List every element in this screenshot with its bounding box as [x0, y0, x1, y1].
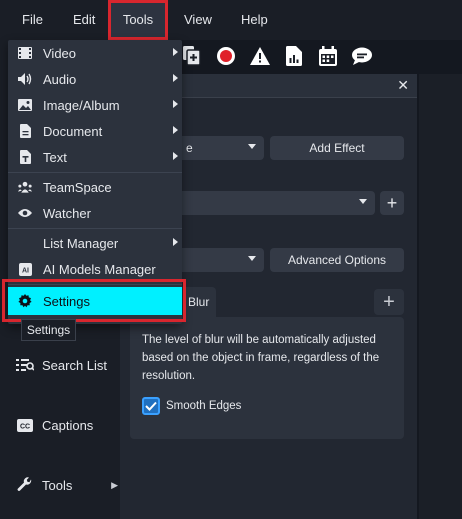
speaker-icon [18, 72, 32, 86]
menu-item-audio[interactable]: Audio [8, 66, 182, 92]
menu-item-label: Image/Album [43, 97, 120, 113]
menu-item-teamspace[interactable]: TeamSpace [8, 174, 182, 200]
menu-item-image-album[interactable]: Image/Album [8, 92, 182, 118]
advanced-options-button[interactable]: Advanced Options [270, 248, 404, 272]
sidebar-item-label: Tools [42, 477, 73, 493]
cc-icon: CC [16, 417, 34, 433]
right-column [419, 74, 462, 519]
menu-file[interactable]: File [22, 0, 43, 40]
menu-divider [8, 172, 182, 173]
chevron-right-icon [173, 152, 178, 160]
menu-item-label: TeamSpace [43, 179, 112, 195]
add-effect-button[interactable]: Add Effect [270, 136, 404, 160]
menu-help[interactable]: Help [241, 0, 268, 40]
sidebar-item-captions[interactable]: CC Captions [16, 412, 116, 438]
wrench-icon [16, 477, 34, 493]
document-icon [18, 124, 32, 138]
menu-item-document[interactable]: Document [8, 118, 182, 144]
menu-item-label: Document [43, 123, 103, 139]
chevron-right-icon [173, 100, 178, 108]
copy-add-icon[interactable] [182, 46, 202, 66]
add-model-button[interactable]: + [380, 191, 404, 215]
settings-highlight-frame [2, 279, 186, 322]
settings-tooltip: Settings [21, 319, 76, 341]
menu-edit[interactable]: Edit [73, 0, 95, 40]
calendar-icon[interactable] [318, 46, 338, 66]
chat-icon[interactable] [352, 46, 372, 66]
tab-label: Blur [188, 295, 210, 309]
film-icon [18, 46, 32, 60]
warning-icon[interactable] [250, 46, 270, 66]
menu-item-label: Video [43, 45, 77, 61]
file-chart-icon[interactable] [284, 46, 304, 66]
image-icon [18, 98, 32, 112]
smooth-edges-label: Smooth Edges [166, 400, 242, 412]
menu-item-video[interactable]: Video [8, 40, 182, 66]
chevron-down-icon [359, 199, 367, 204]
menu-item-text[interactable]: Text [8, 144, 182, 170]
chevron-right-icon [173, 74, 178, 82]
toolbar [182, 44, 372, 68]
menu-divider [8, 228, 182, 229]
chevron-right-icon: ▶ [111, 479, 118, 490]
menu-tools[interactable]: Tools [108, 0, 168, 40]
svg-text:AI: AI [22, 267, 29, 274]
menu-item-label: AI Models Manager [43, 261, 156, 277]
menu-item-list-manager[interactable]: List Manager [8, 230, 182, 256]
sidebar-item-label: Search List [42, 357, 108, 373]
menu-item-label: Watcher [43, 205, 91, 221]
menu-item-label: Text [43, 149, 67, 165]
menu-item-label: List Manager [43, 235, 119, 251]
blur-description: The level of blur will be automatically … [142, 334, 380, 382]
sidebar-item-tools[interactable]: Tools ▶ [16, 472, 118, 498]
sidebar-item-search-list[interactable]: Search List [16, 352, 116, 378]
team-icon [18, 180, 32, 194]
text-icon [18, 150, 32, 164]
tab-content: The level of blur will be automatically … [130, 317, 404, 439]
ai-icon: AI [18, 262, 32, 276]
eye-icon [18, 206, 32, 220]
list-search-icon [16, 357, 34, 373]
chevron-down-icon [248, 144, 256, 149]
chevron-down-icon [248, 256, 256, 261]
smooth-edges-checkbox[interactable] [142, 397, 160, 415]
record-icon[interactable] [216, 46, 236, 66]
add-tab-button[interactable]: + [374, 289, 404, 315]
sidebar-item-label: Captions [42, 417, 94, 433]
menu-bar: File Edit Tools View Help [0, 0, 462, 40]
menu-item-label: Audio [43, 71, 77, 87]
svg-text:CC: CC [20, 423, 30, 430]
menu-view[interactable]: View [184, 0, 212, 40]
close-icon[interactable]: ✕ [397, 77, 409, 94]
chevron-right-icon [173, 126, 178, 134]
chevron-right-icon [173, 48, 178, 56]
menu-item-watcher[interactable]: Watcher [8, 200, 182, 226]
chevron-right-icon [173, 238, 178, 246]
smooth-edges-row: Smooth Edges [142, 397, 241, 415]
